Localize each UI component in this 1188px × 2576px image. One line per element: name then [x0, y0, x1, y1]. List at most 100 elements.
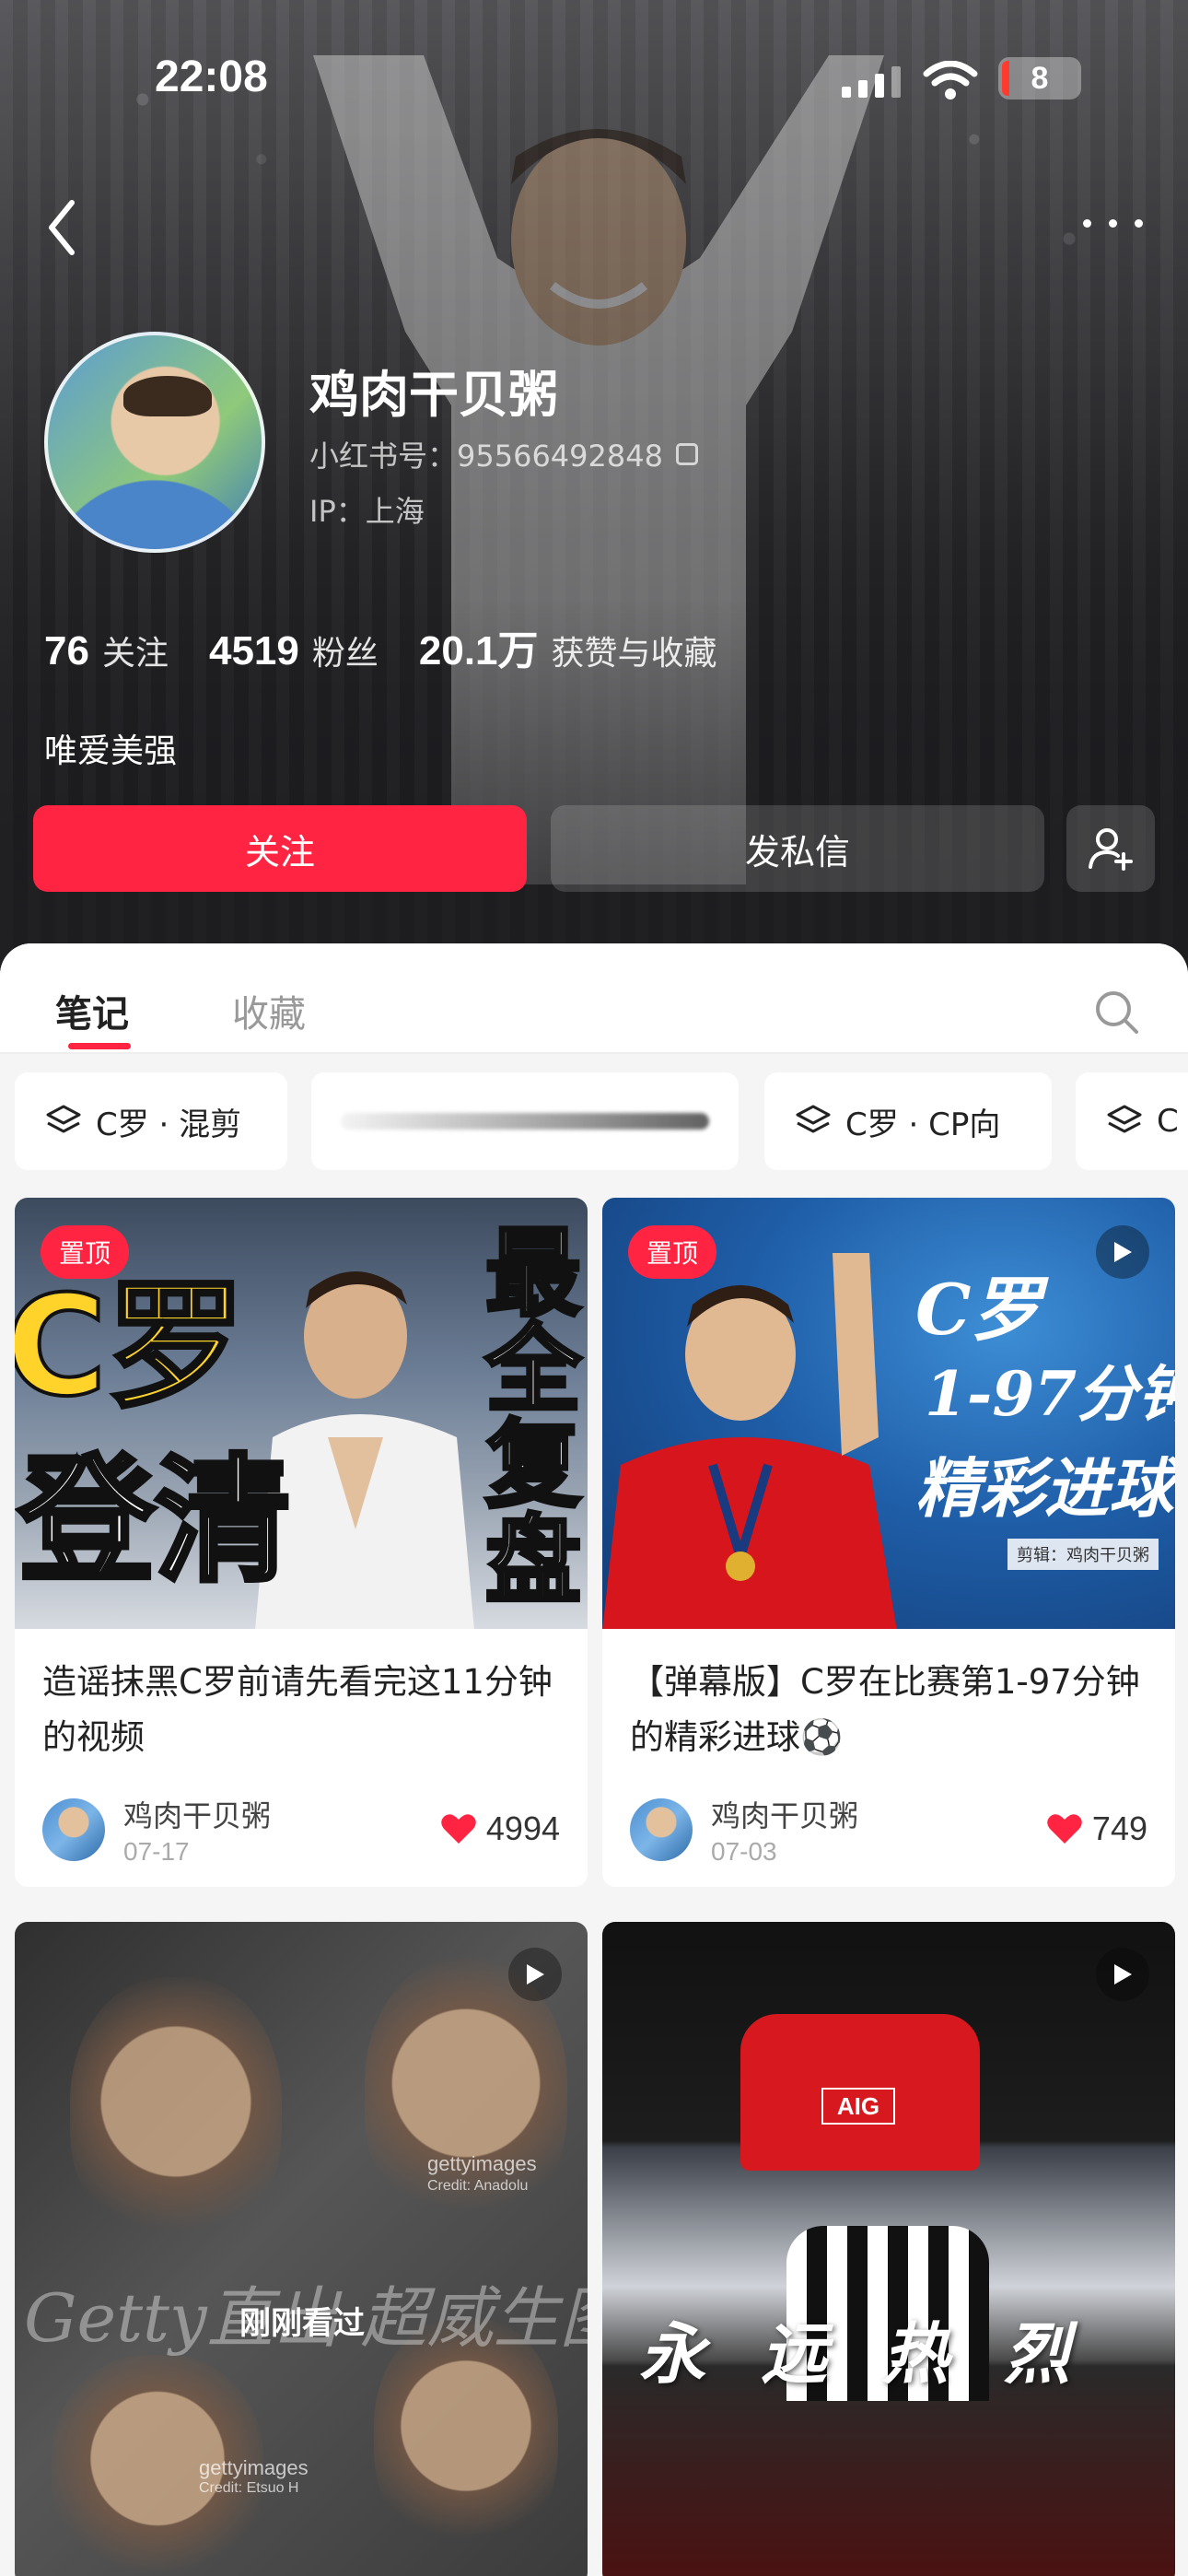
profile-header: 22:08 8 鸡肉干贝粥 小红书号：95566492848 IP：上海 76 … [0, 0, 1188, 995]
profile-bio: 唯爱美强 [44, 732, 178, 770]
tab-notes[interactable]: 笔记 [55, 984, 129, 1037]
battery-indicator: 8 [998, 57, 1081, 100]
avatar-hair [123, 376, 212, 416]
like-count: 749 [1091, 1809, 1147, 1847]
active-tab-indicator [68, 1043, 131, 1049]
stat-following-label: 关注 [101, 635, 169, 673]
battery-level: 8 [1031, 61, 1049, 96]
play-icon [527, 1964, 544, 1985]
cover-text: 永远热烈 [639, 2314, 1126, 2393]
photo-credit: gettyimages [199, 2456, 309, 2479]
note-cover: gettyimages Credit: Anadolu gettyimages … [15, 1922, 588, 2576]
note-card[interactable]: gettyimages Credit: Anadolu gettyimages … [15, 1922, 588, 2576]
stat-following-count: 76 [44, 628, 89, 673]
cellular-signal-icon [842, 66, 901, 98]
cover-text: 最全复盘 [483, 1217, 583, 1617]
note-card[interactable]: C罗 登清 最全复盘 置顶 造谣抹黑C罗前请先看完这11分钟的视频 鸡肉干贝粥 … [15, 1198, 588, 1887]
collection-chip[interactable] [311, 1072, 739, 1170]
author-avatar[interactable] [42, 1798, 105, 1861]
cover-face [70, 1977, 282, 2254]
collection-chip[interactable]: C罗 · CP向 [764, 1072, 1052, 1170]
like-button[interactable]: 749 [1046, 1809, 1147, 1848]
like-button[interactable]: 4994 [440, 1809, 560, 1848]
profile-stats: 76 关注 4519 粉丝 20.1万 获赞与收藏 [44, 617, 758, 676]
photo-credit: Credit: Anadolu [427, 2178, 529, 2194]
collection-chip[interactable]: C罗 · 混剪 [15, 1072, 287, 1170]
note-footer: 鸡肉干贝粥 07-17 4994 [15, 1776, 588, 1887]
play-icon [1114, 1964, 1132, 1985]
note-cover: AIG 永远热烈 [602, 1922, 1175, 2576]
copy-icon[interactable] [675, 443, 698, 465]
chevron-left-icon [49, 200, 75, 255]
wifi-icon [923, 61, 978, 100]
more-options-button[interactable] [1077, 205, 1151, 241]
collection-chip-label: C罗 · 混剪 [96, 1106, 242, 1143]
cover-text: 1-97分钟 [925, 1358, 1175, 1430]
status-time: 22:08 [155, 53, 268, 101]
status-bar: 22:08 8 [0, 0, 1188, 157]
cover-caption: 剪辑：鸡肉干贝粥 [1007, 1539, 1159, 1570]
layers-icon [796, 1105, 831, 1133]
stat-likes-count: 20.1万 [418, 628, 539, 673]
add-user-icon [1089, 828, 1133, 871]
note-date: 07-03 [711, 1837, 777, 1866]
search-button[interactable] [1092, 988, 1140, 1036]
profile-ip-location: IP：上海 [309, 494, 425, 529]
more-dots-icon [1135, 219, 1143, 228]
notes-sheet: 笔记 收藏 C罗 · 混剪 C罗 · CP向 C C罗 登清 最全复盘 置顶 造… [0, 943, 1188, 2576]
recently-viewed-label: 刚刚看过 [239, 2305, 365, 2342]
stat-likes-label: 获赞与收藏 [551, 635, 717, 673]
author-name: 鸡肉干贝粥 [123, 1798, 272, 1833]
note-title: 【弹幕版】C罗在比赛第1-97分钟的精彩进球⚽️ [630, 1662, 1140, 1757]
heart-icon [1047, 1814, 1082, 1844]
video-indicator [1096, 1948, 1149, 2001]
note-card[interactable]: C罗 1-97分钟 精彩进球 剪辑：鸡肉干贝粥 置顶 【弹幕版】C罗在比赛第1-… [602, 1198, 1175, 1887]
layers-icon [46, 1105, 81, 1133]
send-message-button[interactable]: 发私信 [551, 805, 1044, 892]
follow-button[interactable]: 关注 [33, 805, 527, 892]
loading-placeholder [341, 1113, 709, 1130]
photo-credit: Credit: Etsuo H [199, 2480, 299, 2496]
cover-text: C罗 [915, 1269, 1042, 1351]
stat-followers-label: 粉丝 [311, 635, 379, 673]
play-icon [1114, 1242, 1132, 1262]
collection-chip[interactable]: C [1076, 1072, 1188, 1170]
back-button[interactable] [41, 195, 92, 260]
collection-chip-label: C罗 · CP向 [845, 1106, 1001, 1143]
note-date: 07-17 [123, 1837, 190, 1866]
jersey-sponsor: AIG [821, 2088, 895, 2125]
profile-tabs: 笔记 收藏 [0, 943, 1188, 1054]
video-indicator [508, 1948, 562, 2001]
pinned-badge: 置顶 [628, 1225, 717, 1279]
cover-watermark-row: Getty直出 超威生图 刚刚看过 [15, 2263, 588, 2364]
profile-redbook-id: 小红书号：95566492848 [309, 439, 663, 474]
profile-nickname: 鸡肉干贝粥 [309, 366, 558, 424]
pinned-badge: 置顶 [41, 1225, 130, 1279]
stat-following[interactable]: 76 关注 [44, 626, 169, 674]
stat-likes-collects[interactable]: 20.1万 获赞与收藏 [419, 617, 717, 676]
collection-chip-label: C [1157, 1103, 1179, 1140]
video-indicator [1096, 1225, 1149, 1279]
like-count: 4994 [485, 1809, 560, 1847]
photo-credit: gettyimages [427, 2152, 537, 2175]
cover-text: 精彩进球 [915, 1450, 1173, 1527]
note-cover: C罗 登清 最全复盘 置顶 [15, 1198, 588, 1629]
note-footer: 鸡肉干贝粥 07-03 749 [602, 1776, 1175, 1887]
profile-avatar[interactable] [44, 332, 265, 553]
add-friend-button[interactable] [1066, 805, 1155, 892]
collection-chips: C罗 · 混剪 C罗 · CP向 C [0, 1072, 1188, 1179]
search-icon [1096, 991, 1138, 1034]
author-name: 鸡肉干贝粥 [711, 1798, 859, 1833]
note-card[interactable]: AIG 永远热烈 [602, 1922, 1175, 2576]
profile-id-row: 小红书号：95566492848 [309, 433, 698, 475]
note-title: 造谣抹黑C罗前请先看完这11分钟的视频 [42, 1662, 553, 1757]
stat-followers[interactable]: 4519 粉丝 [209, 626, 379, 674]
layers-icon [1107, 1105, 1142, 1133]
cover-text: 登清 [17, 1440, 294, 1603]
more-dots-icon [1109, 219, 1117, 228]
note-cover: C罗 1-97分钟 精彩进球 剪辑：鸡肉干贝粥 置顶 [602, 1198, 1175, 1629]
heart-icon [441, 1814, 476, 1844]
tab-collections[interactable]: 收藏 [232, 984, 306, 1037]
author-avatar[interactable] [630, 1798, 693, 1861]
more-dots-icon [1083, 219, 1091, 228]
